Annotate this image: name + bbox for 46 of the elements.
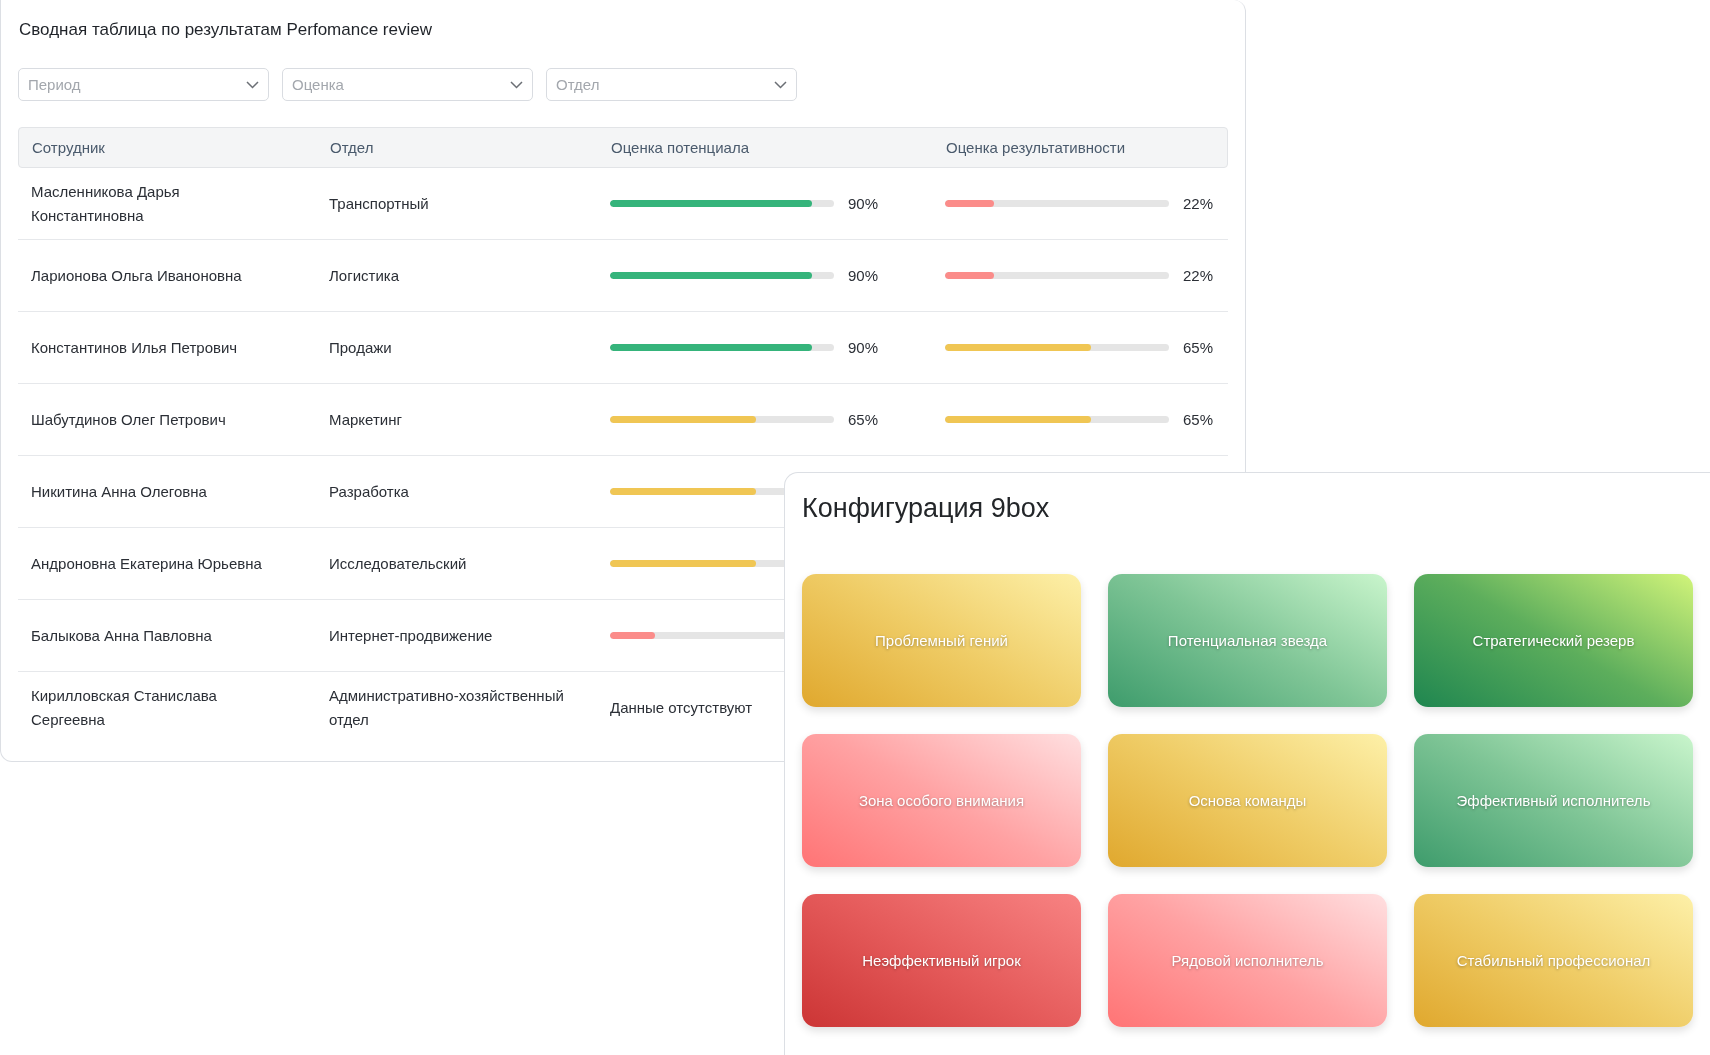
column-header: Оценка потенциала xyxy=(611,139,750,156)
column-header: Отдел xyxy=(330,139,375,156)
no-data-text: Данные отсутствуют xyxy=(610,697,754,718)
category-tile: Стабильный профессионал xyxy=(1414,894,1693,1027)
department-name: Исследовательский xyxy=(329,553,468,574)
percent-value: 65% xyxy=(1183,339,1214,356)
percent-value: 90% xyxy=(848,195,879,212)
filter-dropdown[interactable]: Оценка xyxy=(282,68,533,101)
percent-value: 65% xyxy=(1183,411,1214,428)
column-header: Сотрудник xyxy=(32,139,106,156)
employee-name: Андроновна Екатерина Юрьевна xyxy=(31,553,263,574)
department-name: Маркетинг xyxy=(329,409,403,430)
department-name: Интернет-продвижение xyxy=(329,625,494,646)
category-tile: Проблемный гений xyxy=(802,574,1081,707)
category-tile: Зона особого внимания xyxy=(802,734,1081,867)
employee-name: Ларионова Ольга Иваноновна xyxy=(31,265,243,286)
percent-value: 22% xyxy=(1183,195,1214,212)
percent-value: 22% xyxy=(1183,267,1214,284)
department-name: Продажи xyxy=(329,337,393,358)
page-title: Сводная таблица по результатам Perfomance review xyxy=(19,20,433,40)
employee-name: Шабутдинов Олег Петрович xyxy=(31,409,227,430)
filter-dropdown[interactable]: Период xyxy=(18,68,269,101)
percent-value: 90% xyxy=(848,339,879,356)
department-name: Административно-хозяйственный отдел xyxy=(329,685,564,730)
employee-name: Балыкова Анна Павловна xyxy=(31,625,213,646)
department-name: Транспортный xyxy=(329,193,430,214)
chevron-down-icon xyxy=(246,80,259,89)
employee-name: Масленникова Дарья Константиновна xyxy=(31,181,181,226)
department-name: Разработка xyxy=(329,481,410,502)
category-tile: Эффективный исполнитель xyxy=(1414,734,1693,867)
category-tile: Потенциальная звезда xyxy=(1108,574,1387,707)
category-tile: Стратегический резерв xyxy=(1414,574,1693,707)
employee-name: Никитина Анна Олеговна xyxy=(31,481,208,502)
category-tile: Основа команды xyxy=(1108,734,1387,867)
filter-dropdown[interactable]: Отдел xyxy=(546,68,797,101)
department-name: Логистика xyxy=(329,265,401,286)
category-tile: Неэффективный игрок xyxy=(802,894,1081,1027)
category-tile: Рядовой исполнитель xyxy=(1108,894,1387,1027)
chevron-down-icon xyxy=(510,80,523,89)
percent-value: 90% xyxy=(848,267,879,284)
chevron-down-icon xyxy=(774,80,787,89)
percent-value: 65% xyxy=(848,411,879,428)
column-header: Оценка результативности xyxy=(946,139,1127,156)
employee-name: Кирилловская Станислава Сергеевна xyxy=(31,685,218,730)
panel-title: Конфигурация 9box xyxy=(802,493,1051,524)
employee-name: Константинов Илья Петрович xyxy=(31,337,239,358)
